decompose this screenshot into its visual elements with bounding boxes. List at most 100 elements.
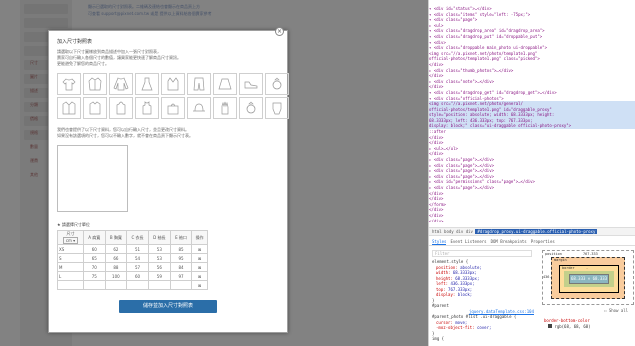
measure-input[interactable] [104,280,128,290]
measure-input[interactable]: 60 [126,271,149,281]
size-name-input[interactable] [57,280,84,290]
measure-input[interactable]: 56 [147,262,171,272]
dress-icon[interactable] [135,73,159,95]
tab-properties[interactable]: Properties [531,239,555,244]
measure-input[interactable]: 66 [104,253,128,263]
hat-icon[interactable] [187,97,211,119]
css-value[interactable]: absolute; [460,265,482,270]
css-property[interactable]: top: [436,287,448,292]
tab-dom-breakpoints[interactable]: DOM Breakpoints [491,239,527,244]
show-all-toggle[interactable]: ☐ Show all [604,308,628,313]
breadcrumb-item[interactable]: html [432,229,444,234]
color-swatch[interactable] [548,324,552,328]
tshirt-icon[interactable] [57,73,81,95]
size-name-input[interactable]: M [57,262,84,272]
breadcrumb-item[interactable]: div [466,229,476,234]
measure-input[interactable] [83,280,106,290]
css-value[interactable]: 767.333px; [448,287,472,292]
breadcrumb-item[interactable]: #dragdrop_proxy.ui-draggable.official-ph… [475,229,598,234]
pants-icon[interactable] [187,73,211,95]
measure-input[interactable]: 65 [83,253,106,263]
css-property[interactable]: height: [436,276,455,281]
shoe-icon[interactable] [239,73,263,95]
table-row: L 75 100 60 59 97 ⊠ [57,271,208,281]
tab-event-listeners[interactable]: Event Listeners [450,239,486,244]
measure-input[interactable]: 84 [169,262,193,272]
css-property[interactable]: display: [436,292,458,297]
delete-row-icon[interactable]: ⊠ [191,271,208,281]
unit-select[interactable]: cm ▾ [62,237,79,244]
css-property[interactable]: position: [436,265,460,270]
coat-icon[interactable] [83,97,107,119]
breadcrumb-item[interactable]: body [444,229,456,234]
css-value[interactable]: 436.333px; [450,281,474,286]
measure-input[interactable] [126,280,149,290]
measure-input[interactable]: 95 [169,253,193,263]
delete-row-icon[interactable]: ⊠ [191,262,208,272]
delete-row-icon[interactable]: ⊠ [191,244,208,254]
css-property[interactable]: width: [436,270,453,275]
delete-row-icon[interactable]: ⊠ [191,280,208,290]
jacket-icon[interactable] [57,97,81,119]
delete-row-icon[interactable]: ⊠ [191,253,208,263]
measure-input[interactable]: 53 [147,244,171,254]
measure-input[interactable] [147,280,171,290]
measure-input[interactable]: 53 [147,253,171,263]
measure-input[interactable]: 62 [104,244,128,254]
size-unit-label: ★ 請選擇尺寸單位 [57,222,90,227]
tab-styles[interactable]: Styles [432,239,447,245]
size-chart-drop-area[interactable] [57,145,128,212]
column-header: 操作 [191,230,208,245]
ring-icon[interactable] [239,97,263,119]
baby-icon[interactable] [265,97,289,119]
css-property[interactable]: cursor: [436,320,455,325]
css-value[interactable]: block; [458,292,472,297]
dom-tree[interactable]: ▾ <div id="status">…</div> ▾ <div class="… [429,0,635,222]
long-sleeve-icon[interactable] [109,73,133,95]
measure-input[interactable]: 54 [126,253,149,263]
measure-input[interactable]: 75 [83,271,106,281]
hoodie-icon[interactable] [109,97,133,119]
measure-input[interactable]: 100 [104,271,128,281]
css-value[interactable]: move; [455,320,467,325]
save-size-chart-button[interactable]: 儲存並加入尺寸對照表 [119,300,217,313]
dom-node[interactable]: </div> [429,219,635,222]
glove-icon[interactable] [213,97,237,119]
bag-icon[interactable] [161,97,185,119]
computed-prop[interactable]: border-bottom-color [544,318,590,323]
measure-input[interactable]: 88 [104,262,128,272]
measure-input[interactable]: 51 [126,244,149,254]
measure-input[interactable]: 70 [83,262,106,272]
measure-input[interactable]: 59 [147,271,171,281]
measure-input[interactable]: 85 [169,244,193,254]
close-icon[interactable]: × [275,27,284,36]
css-value[interactable]: cover; [477,325,491,330]
bm-border-label: border [562,266,575,270]
shirt-icon[interactable] [83,73,107,95]
devtools-panel: ▾ <div id="status">…</div> ▾ <div class="… [428,0,635,346]
size-chart-modal: × 加入尺寸對照表 請選取以下尺寸圖樣放到商品描述中加入一張尺寸對照表， 賣家可… [48,27,289,333]
styles-filter-input[interactable]: Filter [432,250,532,257]
size-table: 尺寸 cm ▾ A 肩寬 B 胸寬 C 衣長 D 袖長 E 袖口 操作 XS 60 62 51 53 8… [57,230,208,290]
measure-input[interactable]: 57 [126,262,149,272]
css-property[interactable]: left: [436,281,450,286]
garment-icon-grid [57,73,289,119]
size-name-input[interactable]: S [57,253,84,263]
ring-icon[interactable] [265,73,289,95]
measure-input[interactable] [169,280,193,290]
skirt-icon[interactable] [213,73,237,95]
bm-margin-box: margin border - 68.333 × 68.333 [551,257,625,299]
css-property[interactable]: -moz-object-fit: [436,325,477,330]
css-value[interactable]: 68.3333px; [455,276,479,281]
vest-icon[interactable] [161,73,185,95]
column-header: C 衣長 [126,230,149,245]
show-all-label: Show all [608,308,629,313]
bm-top-value: 767.333 [583,252,598,256]
tank-icon[interactable] [135,97,159,119]
size-name-input[interactable]: L [57,271,84,281]
size-name-input[interactable]: XS [57,244,84,254]
measure-input[interactable]: 97 [169,271,193,281]
css-value[interactable]: 68.3333px; [453,270,477,275]
breadcrumb-item[interactable]: div [456,229,466,234]
measure-input[interactable]: 60 [83,244,106,254]
